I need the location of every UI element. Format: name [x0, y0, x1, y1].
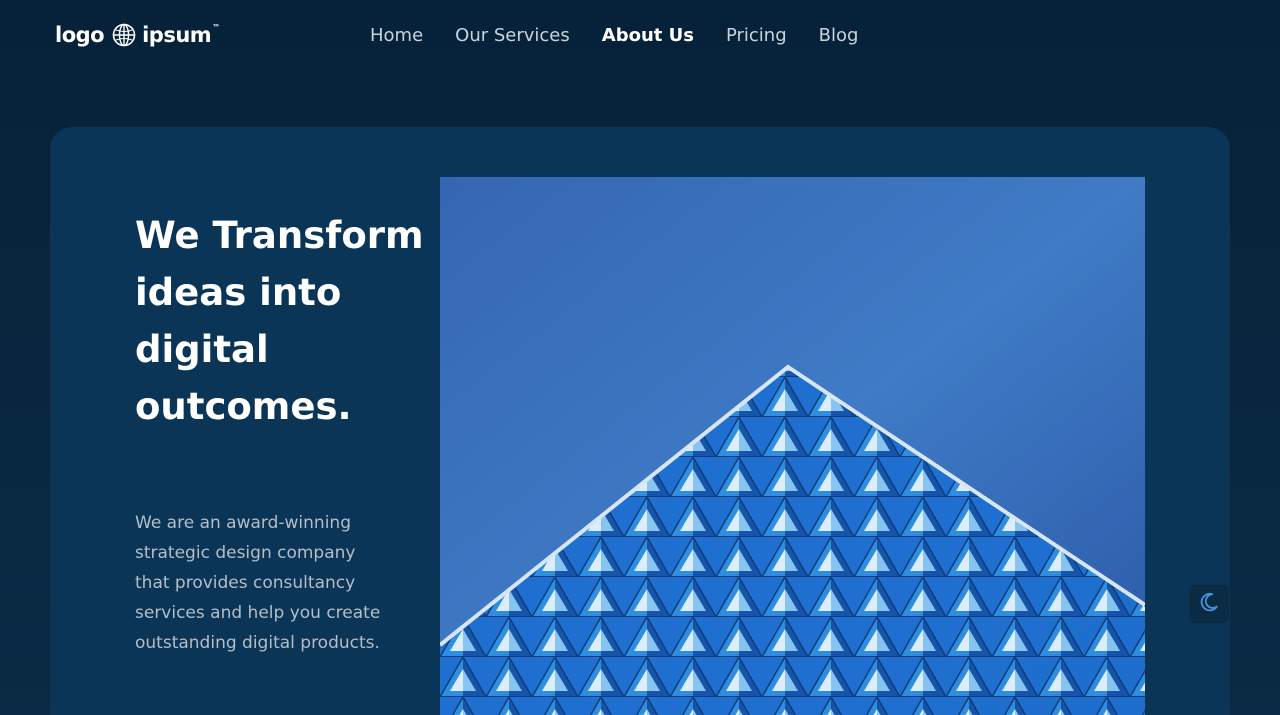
logo[interactable]: logo ipsum ™ — [55, 20, 220, 50]
page: logo ipsum ™ Home Our Services About Us … — [0, 0, 1280, 715]
hero-headline: We Transform ideas into digital outcomes… — [135, 214, 424, 428]
logo-trademark: ™ — [212, 22, 220, 32]
theme-toggle-button[interactable] — [1189, 585, 1229, 623]
nav-home[interactable]: Home — [370, 25, 423, 46]
nav-blog[interactable]: Blog — [819, 25, 859, 46]
hero-card: We Transform ideas into digital outcomes… — [50, 127, 1230, 715]
logo-word-right: ipsum — [142, 23, 212, 47]
nav-pricing[interactable]: Pricing — [726, 25, 787, 46]
hero-photo — [440, 177, 1145, 715]
hero-description: We are an award-winning strategic design… — [135, 513, 381, 653]
moon-icon — [1198, 591, 1220, 618]
logo-word-left: logo — [55, 23, 105, 47]
nav-about-us[interactable]: About Us — [602, 25, 694, 46]
nav-our-services[interactable]: Our Services — [455, 25, 570, 46]
main-nav: Home Our Services About Us Pricing Blog — [370, 20, 858, 50]
globe-icon — [112, 23, 136, 47]
